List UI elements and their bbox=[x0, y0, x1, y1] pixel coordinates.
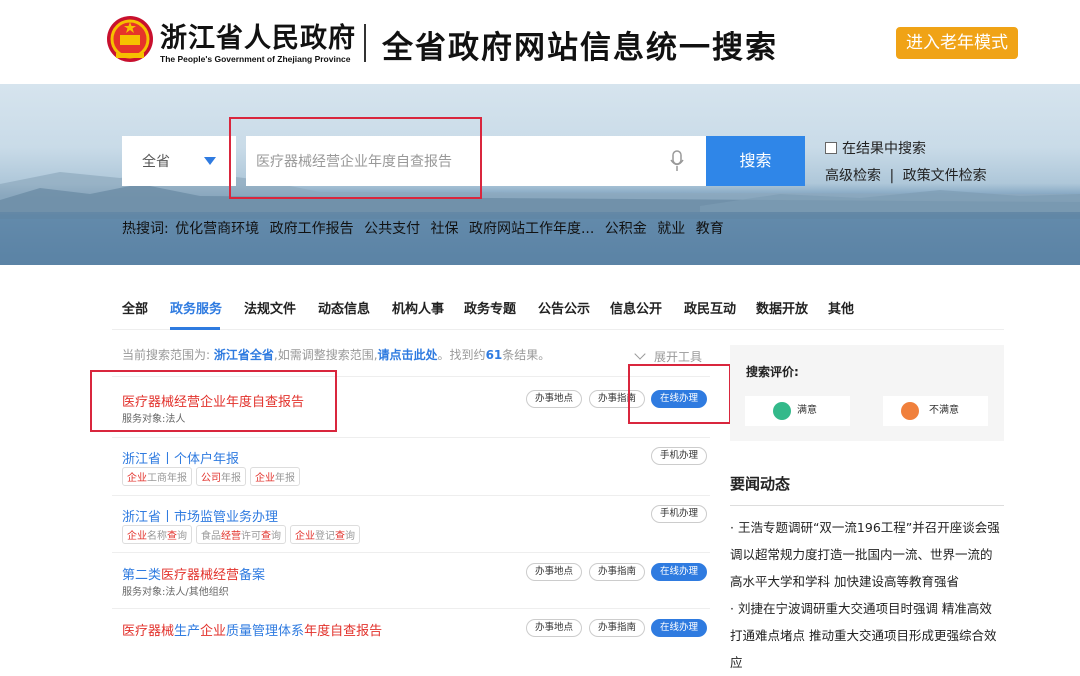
result-row: 浙江省丨个体户年报 企业工商年报 公司年报 企业年报 手机办理 bbox=[112, 437, 710, 495]
microphone-icon[interactable] bbox=[670, 150, 684, 172]
location-button[interactable]: 办事地点 bbox=[526, 619, 582, 637]
search-button[interactable]: 搜索 bbox=[706, 136, 805, 186]
news-item-text: 王浩专题调研“双一流196工程”并召开座谈会强调以超常规力度打造一批国内一流、世… bbox=[730, 520, 1000, 589]
tab-personnel[interactable]: 机构人事 bbox=[392, 298, 444, 317]
news-item[interactable]: · 刘捷在宁波调研重大交通项目时强调 精准高效打通难点堵点 推动重大交通项目形成… bbox=[730, 595, 1004, 676]
tab-news[interactable]: 动态信息 bbox=[318, 298, 370, 317]
result-tags: 企业工商年报 公司年报 企业年报 bbox=[122, 467, 304, 486]
tag: 企业年报 bbox=[250, 467, 300, 486]
location-button[interactable]: 办事地点 bbox=[526, 563, 582, 581]
tab-other[interactable]: 其他 bbox=[828, 298, 854, 317]
scope-select[interactable]: 全省 bbox=[122, 136, 236, 186]
guide-button[interactable]: 办事指南 bbox=[589, 619, 645, 637]
result-row: 医疗器械生产企业质量管理体系年度自查报告 办事地点 办事指南 在线办理 bbox=[112, 608, 710, 639]
chevron-down-icon bbox=[634, 348, 646, 360]
highlight-frame-result bbox=[90, 370, 337, 432]
tab-open-data[interactable]: 数据开放 bbox=[756, 298, 808, 317]
news-item[interactable]: · 王浩专题调研“双一流196工程”并召开座谈会强调以超常规力度打造一批国内一流… bbox=[730, 514, 1004, 595]
result-tags: 企业名称查询 食品经营许可查询 企业登记查询 bbox=[122, 525, 364, 544]
mobile-handle-button[interactable]: 手机办理 bbox=[651, 447, 707, 465]
location-button[interactable]: 办事地点 bbox=[526, 390, 582, 408]
tag: 公司年报 bbox=[196, 467, 246, 486]
result-title[interactable]: 浙江省丨个体户年报 bbox=[122, 448, 239, 467]
satisfied-button[interactable]: 满意 bbox=[745, 396, 850, 426]
result-count: 61 bbox=[485, 348, 503, 362]
scope-value: 浙江省全省 bbox=[213, 348, 274, 362]
search-in-results-label: 在结果中搜索 bbox=[842, 141, 926, 157]
tab-notices[interactable]: 公告公示 bbox=[538, 298, 590, 317]
result-title[interactable]: 医疗器械生产企业质量管理体系年度自查报告 bbox=[122, 620, 382, 639]
national-emblem-icon bbox=[107, 16, 153, 62]
expand-tools[interactable]: 展开工具 bbox=[634, 348, 703, 365]
category-tabs: 全部 政务服务 法规文件 动态信息 机构人事 政务专题 公告公示 信息公开 政民… bbox=[112, 290, 1004, 330]
scope-mid: ,如需调整搜索范围, bbox=[273, 348, 378, 362]
guide-button[interactable]: 办事指南 bbox=[589, 563, 645, 581]
scope-select-value: 全省 bbox=[142, 154, 170, 170]
elder-mode-button[interactable]: 进入老年模式 bbox=[896, 27, 1018, 59]
result-subtitle: 服务对象:法人/其他组织 bbox=[122, 587, 229, 598]
government-name: 浙江省人民政府 bbox=[160, 23, 356, 54]
search-rating-panel: 搜索评价: 满意 不满意 bbox=[730, 345, 1004, 441]
result-row: 第二类医疗器械经营备案 服务对象:法人/其他组织 办事地点 办事指南 在线办理 bbox=[112, 552, 710, 608]
header-divider bbox=[364, 24, 366, 62]
result-row: 浙江省丨市场监管业务办理 企业名称查询 食品经营许可查询 企业登记查询 手机办理 bbox=[112, 495, 710, 552]
link-separator: | bbox=[889, 168, 895, 184]
advanced-links: 高级检索 | 政策文件检索 bbox=[825, 165, 987, 185]
unsatisfied-label: 不满意 bbox=[929, 405, 959, 416]
hot-search-terms: 热搜词: 优化营商环境 政府工作报告 公共支付 社保 政府网站工作年度... 公… bbox=[122, 218, 730, 238]
unsatisfied-button[interactable]: 不满意 bbox=[883, 396, 988, 426]
government-name-en: The People's Government of Zhejiang Prov… bbox=[160, 54, 351, 64]
satisfied-label: 满意 bbox=[797, 405, 817, 416]
tab-interaction[interactable]: 政民互动 bbox=[684, 298, 736, 317]
result-title[interactable]: 第二类医疗器械经营备案 bbox=[122, 564, 265, 583]
active-tab-indicator bbox=[170, 327, 220, 330]
news-divider bbox=[730, 505, 1004, 506]
smile-icon bbox=[773, 402, 791, 420]
tab-topics[interactable]: 政务专题 bbox=[464, 298, 516, 317]
hot-term[interactable]: 教育 bbox=[696, 221, 724, 237]
site-header: 浙江省人民政府 The People's Government of Zheji… bbox=[0, 0, 1080, 84]
highlight-frame-search bbox=[229, 117, 482, 199]
policy-search-link[interactable]: 政策文件检索 bbox=[903, 168, 987, 184]
result-title[interactable]: 浙江省丨市场监管业务办理 bbox=[122, 506, 278, 525]
hot-term[interactable]: 政府工作报告 bbox=[270, 221, 354, 237]
tag: 企业登记查询 bbox=[290, 525, 360, 544]
tab-regulations[interactable]: 法规文件 bbox=[244, 298, 296, 317]
scope-found: 。找到约 bbox=[437, 348, 486, 362]
tab-disclosure[interactable]: 信息公开 bbox=[610, 298, 662, 317]
site-title: 全省政府网站信息统一搜索 bbox=[382, 30, 778, 66]
frown-icon bbox=[901, 402, 919, 420]
search-in-results-checkbox[interactable] bbox=[825, 142, 837, 154]
tag: 企业工商年报 bbox=[122, 467, 192, 486]
news-section-title: 要闻动态 bbox=[730, 475, 791, 493]
online-handle-button[interactable]: 在线办理 bbox=[651, 563, 707, 581]
online-handle-button[interactable]: 在线办理 bbox=[651, 619, 707, 637]
hot-term[interactable]: 公共支付 bbox=[364, 221, 420, 237]
mobile-handle-button[interactable]: 手机办理 bbox=[651, 505, 707, 523]
tag: 食品经营许可查询 bbox=[196, 525, 286, 544]
hot-term[interactable]: 就业 bbox=[657, 221, 685, 237]
hot-term[interactable]: 公积金 bbox=[605, 221, 647, 237]
tab-all[interactable]: 全部 bbox=[122, 298, 148, 317]
news-item-text: 刘捷在宁波调研重大交通项目时强调 精准高效打通难点堵点 推动重大交通项目形成更强… bbox=[730, 601, 997, 670]
expand-tools-label: 展开工具 bbox=[654, 350, 703, 364]
bullet-icon: · bbox=[730, 601, 738, 616]
scope-prefix: 当前搜索范围为: bbox=[122, 348, 211, 362]
bullet-icon: · bbox=[730, 520, 738, 535]
highlight-frame-online bbox=[628, 364, 731, 424]
caret-down-icon bbox=[204, 157, 216, 165]
hot-term[interactable]: 社保 bbox=[431, 221, 459, 237]
hot-term[interactable]: 政府网站工作年度... bbox=[469, 221, 594, 237]
hot-search-label: 热搜词: bbox=[122, 221, 169, 237]
search-in-results[interactable]: 在结果中搜索 bbox=[825, 138, 926, 158]
scope-suffix: 条结果。 bbox=[502, 348, 551, 362]
search-scope-info: 当前搜索范围为: 浙江省全省,如需调整搜索范围,请点击此处。找到约61条结果。 bbox=[122, 346, 550, 363]
rating-label: 搜索评价: bbox=[746, 365, 799, 379]
tab-gov-service[interactable]: 政务服务 bbox=[170, 298, 222, 317]
scope-change-link[interactable]: 请点击此处 bbox=[378, 348, 438, 362]
advanced-search-link[interactable]: 高级检索 bbox=[825, 168, 881, 184]
hot-term[interactable]: 优化营商环境 bbox=[175, 221, 259, 237]
tag: 企业名称查询 bbox=[122, 525, 192, 544]
